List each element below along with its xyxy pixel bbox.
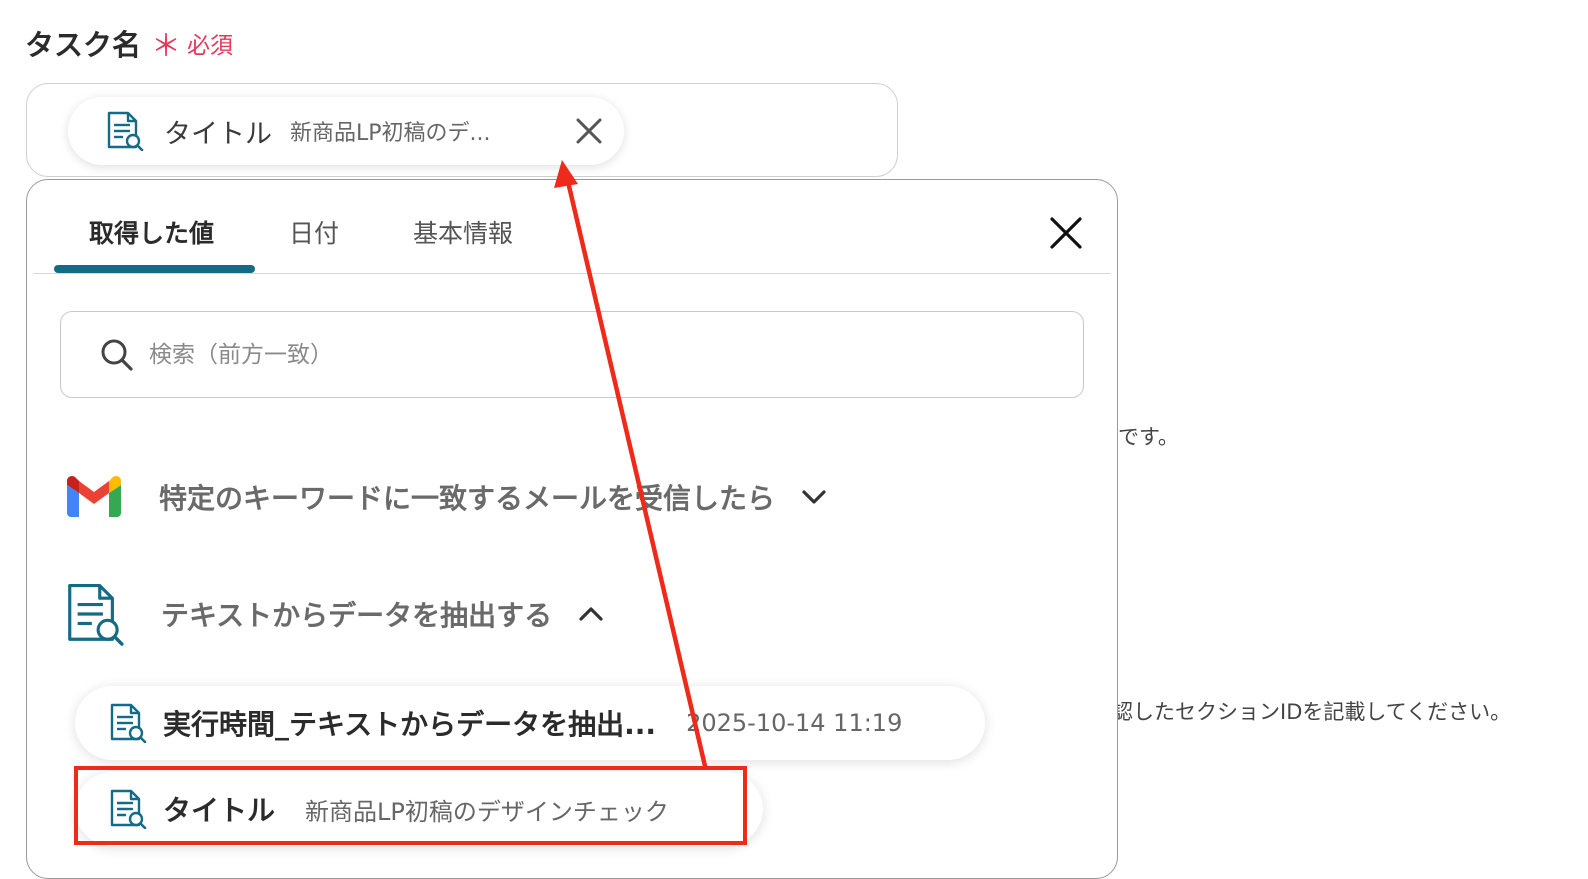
section-label: 特定のキーワードに一致するメールを受信したら (159, 482, 776, 515)
tab-divider (33, 273, 1111, 274)
required-text: 必須 (187, 33, 234, 59)
task-name-label: タスク名 ＊ 必須 (25, 22, 233, 64)
search-box (60, 311, 1084, 398)
tab-retrieved-values[interactable]: 取得した値 (89, 214, 214, 250)
gmail-icon (67, 476, 121, 517)
value-item-execution-time[interactable]: 実行時間_テキストからデータを抽出... 2025-10-14 11:19 (75, 686, 985, 760)
item-name: 実行時間_テキストからデータを抽出... (163, 708, 657, 741)
search-input[interactable] (147, 340, 1011, 369)
text-extract-icon (107, 111, 144, 151)
tab-date[interactable]: 日付 (289, 214, 339, 250)
active-tab-indicator (54, 265, 255, 273)
background-help-text-1: です。 (1118, 425, 1179, 449)
section-label: テキストからデータを抽出する (161, 599, 553, 632)
required-asterisk: ＊ (151, 29, 182, 64)
search-icon (101, 339, 133, 371)
selected-value-chip[interactable]: タイトル 新商品LP初稿のデ... (68, 97, 624, 165)
tab-basic-info[interactable]: 基本情報 (413, 214, 513, 250)
field-label-text: タスク名 (25, 28, 142, 62)
item-value: 2025-10-14 11:19 (686, 709, 903, 737)
text-extract-icon (110, 703, 147, 743)
chip-value: 新商品LP初稿のデ... (290, 121, 491, 146)
background-help-text-2: 認したセクションIDを記載してください。 (1112, 700, 1512, 724)
close-panel-icon[interactable] (1049, 216, 1083, 250)
annotation-highlight-box (74, 766, 747, 845)
chip-name: タイトル (164, 118, 272, 150)
section-gmail-trigger[interactable]: 特定のキーワードに一致するメールを受信したら (65, 475, 827, 519)
text-extract-icon (68, 584, 124, 646)
remove-chip-icon[interactable] (573, 115, 605, 147)
chevron-down-icon (802, 490, 826, 504)
section-text-extraction[interactable]: テキストからデータを抽出する (65, 582, 604, 646)
chevron-up-icon (579, 607, 603, 621)
